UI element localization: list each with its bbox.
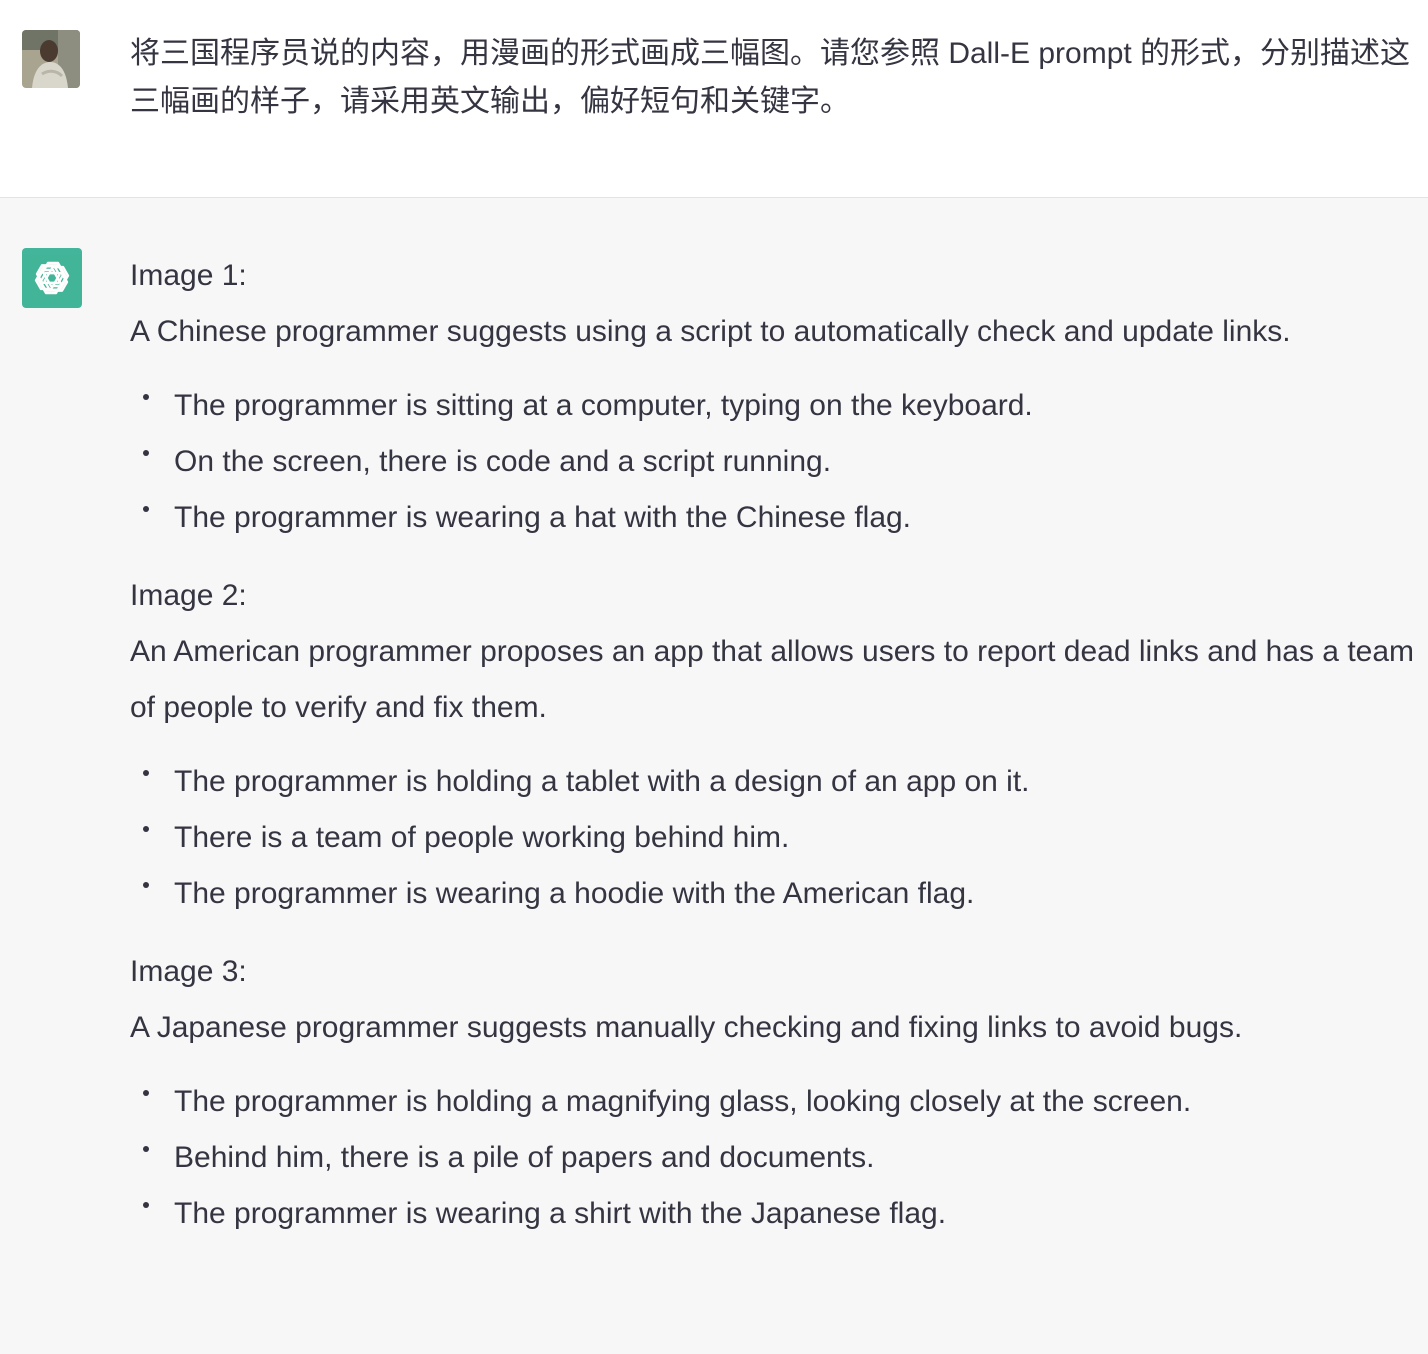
list-item: The programmer is holding a magnifying g… (130, 1074, 1420, 1130)
list-item: The programmer is holding a tablet with … (130, 754, 1420, 810)
list-item: The programmer is wearing a shirt with t… (130, 1186, 1420, 1242)
openai-logo-icon (34, 261, 70, 295)
list-item-text: The programmer is wearing a hoodie with … (174, 877, 975, 910)
bullet-icon (143, 1202, 149, 1208)
section-summary: A Chinese programmer suggests using a sc… (130, 315, 1291, 348)
user-message: 将三国程序员说的内容，用漫画的形式画成三幅图。请您参照 Dall-E promp… (0, 0, 1428, 198)
image-section-1: Image 1: A Chinese programmer suggests u… (130, 248, 1420, 546)
image-section-2: Image 2: An American programmer proposes… (130, 568, 1420, 922)
list-item-text: The programmer is sitting at a computer,… (174, 389, 1033, 422)
bullet-list: The programmer is sitting at a computer,… (130, 378, 1420, 546)
section-heading: Image 2: (130, 579, 247, 612)
section-heading: Image 3: (130, 955, 247, 988)
bullet-icon (143, 450, 149, 456)
bullet-icon (143, 394, 149, 400)
list-item: On the screen, there is code and a scrip… (130, 434, 1420, 490)
user-photo-avatar (22, 30, 80, 88)
assistant-message: Image 1: A Chinese programmer suggests u… (0, 199, 1428, 1354)
section-heading: Image 1: (130, 259, 247, 292)
bullet-icon (143, 1146, 149, 1152)
list-item: The programmer is wearing a hat with the… (130, 490, 1420, 546)
list-item: Behind him, there is a pile of papers an… (130, 1130, 1420, 1186)
list-item-text: The programmer is wearing a hat with the… (174, 501, 912, 534)
bullet-icon (143, 506, 149, 512)
list-item: The programmer is sitting at a computer,… (130, 378, 1420, 434)
user-message-text: 将三国程序员说的内容，用漫画的形式画成三幅图。请您参照 Dall-E promp… (130, 37, 1411, 118)
bullet-icon (143, 826, 149, 832)
user-avatar (22, 30, 80, 88)
bullet-list: The programmer is holding a tablet with … (130, 754, 1420, 922)
list-item-text: Behind him, there is a pile of papers an… (174, 1141, 875, 1174)
list-item-text: The programmer is holding a magnifying g… (174, 1085, 1192, 1118)
section-summary: An American programmer proposes an app t… (130, 635, 1415, 724)
bullet-icon (143, 882, 149, 888)
list-item: The programmer is wearing a hoodie with … (130, 866, 1420, 922)
bullet-icon (143, 770, 149, 776)
assistant-message-content: Image 1: A Chinese programmer suggests u… (130, 248, 1420, 1264)
assistant-avatar (22, 248, 82, 308)
bullet-list: The programmer is holding a magnifying g… (130, 1074, 1420, 1242)
bullet-icon (143, 1090, 149, 1096)
list-item-text: On the screen, there is code and a scrip… (174, 445, 832, 478)
section-summary: A Japanese programmer suggests manually … (130, 1011, 1243, 1044)
list-item-text: The programmer is holding a tablet with … (174, 765, 1030, 798)
list-item: There is a team of people working behind… (130, 810, 1420, 866)
list-item-text: The programmer is wearing a shirt with t… (174, 1197, 947, 1230)
image-section-3: Image 3: A Japanese programmer suggests … (130, 944, 1420, 1242)
list-item-text: There is a team of people working behind… (174, 821, 790, 854)
